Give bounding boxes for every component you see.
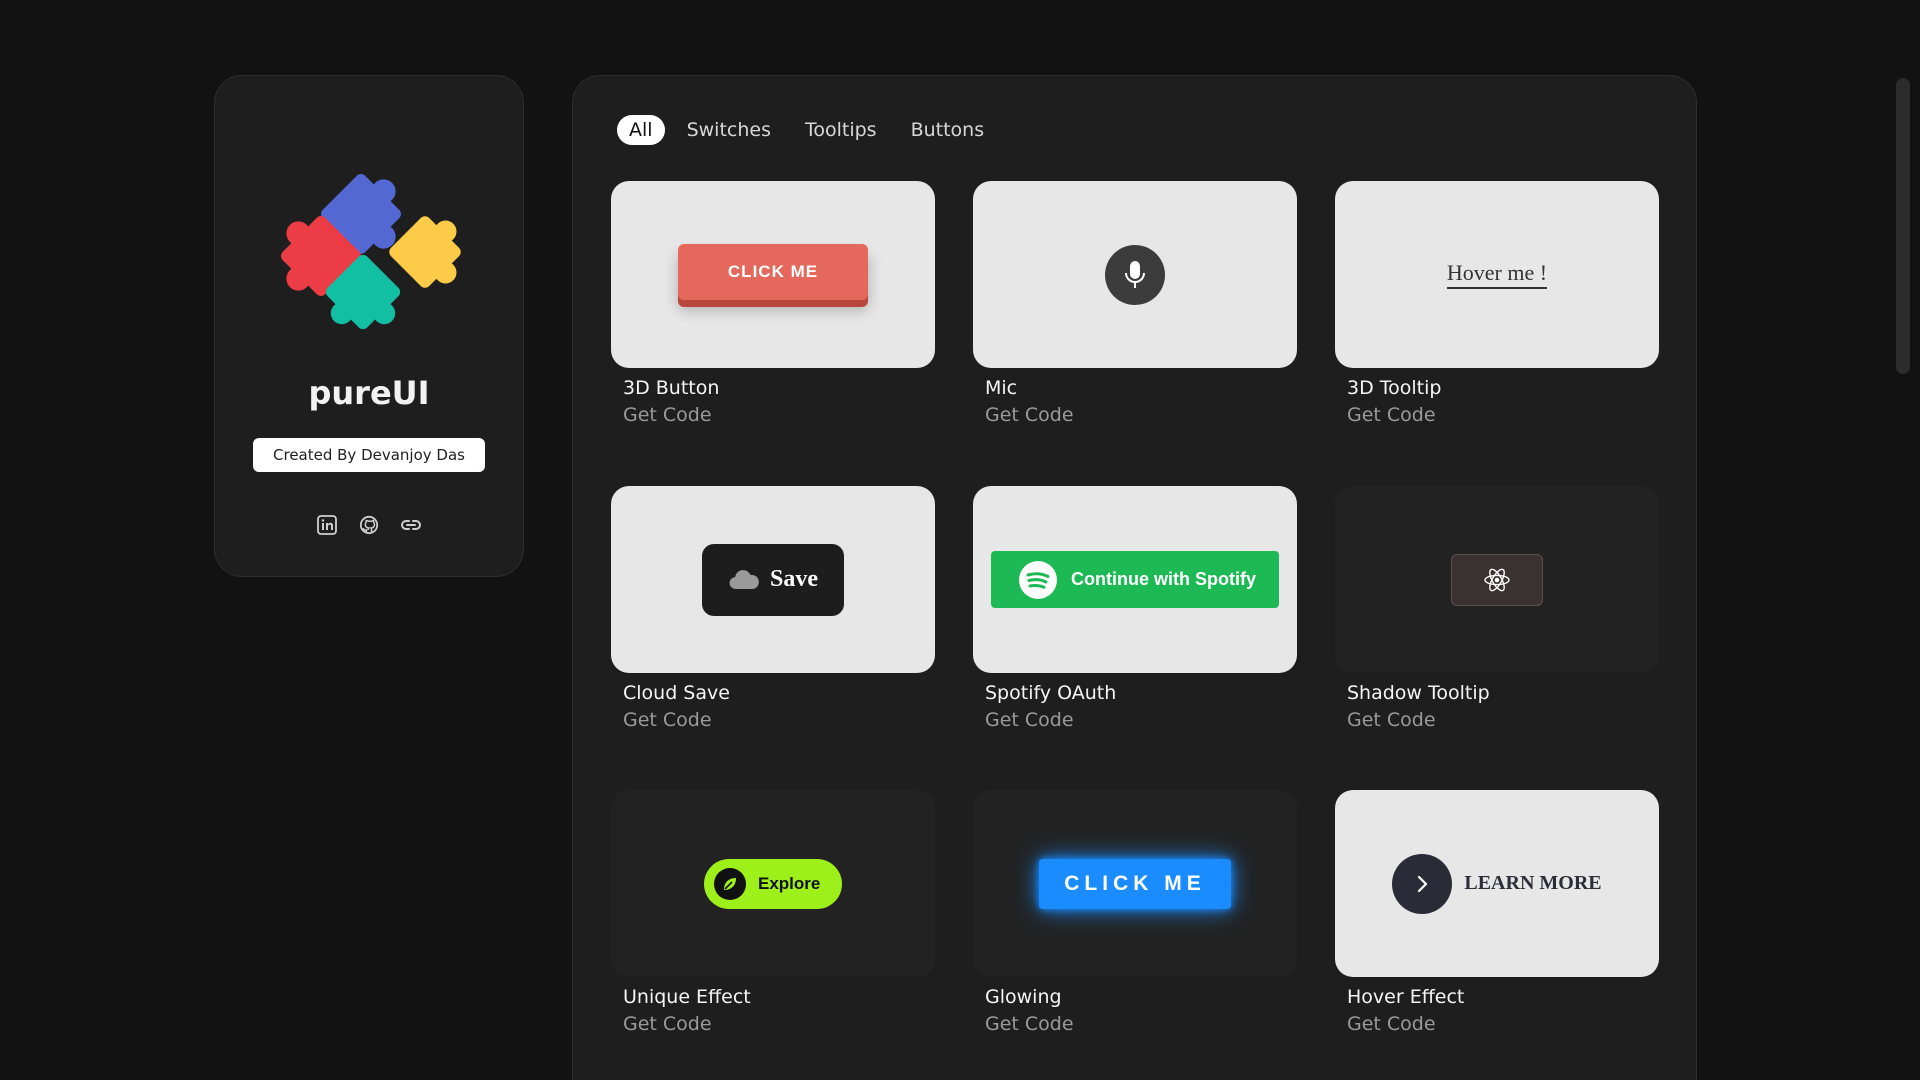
brand-name: pureUI — [308, 374, 430, 412]
demo-mic-button[interactable] — [1105, 244, 1165, 305]
card-3d-tooltip: Hover me ! 3D Tooltip Get Code — [1335, 181, 1659, 426]
card-preview: CLICK ME — [611, 181, 935, 368]
get-code-link[interactable]: Get Code — [985, 1013, 1297, 1035]
get-code-link[interactable]: Get Code — [985, 709, 1297, 731]
explore-label: Explore — [758, 873, 821, 893]
spotify-label: Continue with Spotify — [1071, 569, 1256, 589]
card-unique-effect: Explore Unique Effect Get Code — [611, 790, 935, 1035]
card-cloud-save: Save Cloud Save Get Code — [611, 486, 935, 731]
linkedin-icon[interactable] — [316, 514, 338, 536]
card-glowing: CLICK ME Glowing Get Code — [973, 790, 1297, 1035]
tab-tooltips[interactable]: Tooltips — [793, 115, 889, 145]
card-title: Spotify OAuth — [985, 682, 1117, 704]
spotify-icon — [1019, 560, 1057, 599]
demo-3d-button[interactable]: CLICK ME — [678, 243, 868, 300]
card-mic: Mic Get Code — [973, 181, 1297, 426]
microphone-icon — [1125, 260, 1145, 288]
get-code-link[interactable]: Get Code — [1347, 1013, 1659, 1035]
components-panel: All Switches Tooltips Buttons CLICK ME 3… — [572, 75, 1697, 1080]
card-preview: LEARN MORE — [1335, 790, 1659, 977]
card-preview: CLICK ME — [973, 790, 1297, 977]
get-code-link[interactable]: Get Code — [1347, 404, 1659, 426]
leaf-icon — [714, 867, 746, 900]
card-title: 3D Button — [623, 377, 720, 399]
learn-more-label: LEARN MORE — [1464, 872, 1602, 894]
get-code-link[interactable]: Get Code — [985, 404, 1297, 426]
card-title: Hover Effect — [1347, 986, 1465, 1008]
credit-badge[interactable]: Created By Devanjoy Das — [253, 438, 485, 472]
link-icon[interactable] — [400, 514, 422, 536]
tab-switches[interactable]: Switches — [675, 115, 783, 145]
card-title: Mic — [985, 377, 1018, 399]
card-preview — [973, 181, 1297, 368]
scrollbar-thumb[interactable] — [1896, 78, 1910, 374]
card-preview: Continue with Spotify — [973, 486, 1297, 673]
get-code-link[interactable]: Get Code — [623, 1013, 935, 1035]
social-links — [215, 514, 523, 536]
get-code-link[interactable]: Get Code — [1347, 709, 1659, 731]
filter-tabs: All Switches Tooltips Buttons — [617, 115, 996, 145]
chevron-right-icon — [1392, 853, 1453, 914]
card-title: Unique Effect — [623, 986, 751, 1008]
demo-explore-button[interactable]: Explore — [704, 858, 842, 909]
puzzle-pieces-icon — [281, 174, 461, 330]
get-code-link[interactable]: Get Code — [623, 404, 935, 426]
card-title: 3D Tooltip — [1347, 377, 1442, 399]
card-title: Cloud Save — [623, 682, 730, 704]
demo-spotify-button[interactable]: Continue with Spotify — [991, 551, 1279, 608]
tab-all[interactable]: All — [617, 115, 665, 145]
profile-card: pureUI Created By Devanjoy Das — [214, 75, 524, 577]
card-title: Shadow Tooltip — [1347, 682, 1490, 704]
get-code-link[interactable]: Get Code — [623, 709, 935, 731]
card-3d-button: CLICK ME 3D Button Get Code — [611, 181, 935, 426]
tab-buttons[interactable]: Buttons — [899, 115, 997, 145]
save-label: Save — [770, 566, 818, 592]
demo-react-chip[interactable] — [1451, 553, 1543, 606]
card-preview — [1335, 486, 1659, 673]
github-icon[interactable] — [358, 514, 380, 536]
card-preview: Hover me ! — [1335, 181, 1659, 368]
card-title: Glowing — [985, 986, 1062, 1008]
card-shadow-tooltip: Shadow Tooltip Get Code — [1335, 486, 1659, 731]
page-scrollbar[interactable] — [1896, 78, 1910, 374]
card-preview: Explore — [611, 790, 935, 977]
demo-hover-text[interactable]: Hover me ! — [1446, 260, 1548, 289]
demo-save-button[interactable]: Save — [702, 543, 844, 616]
card-spotify-oauth: Continue with Spotify Spotify OAuth Get … — [973, 486, 1297, 731]
cloud-icon — [729, 569, 759, 589]
card-hover-effect: LEARN MORE Hover Effect Get Code — [1335, 790, 1659, 1035]
card-preview: Save — [611, 486, 935, 673]
react-atom-icon — [1484, 568, 1510, 591]
demo-glow-button[interactable]: CLICK ME — [1039, 858, 1231, 909]
demo-learn-more-button[interactable]: LEARN MORE — [1392, 853, 1602, 914]
